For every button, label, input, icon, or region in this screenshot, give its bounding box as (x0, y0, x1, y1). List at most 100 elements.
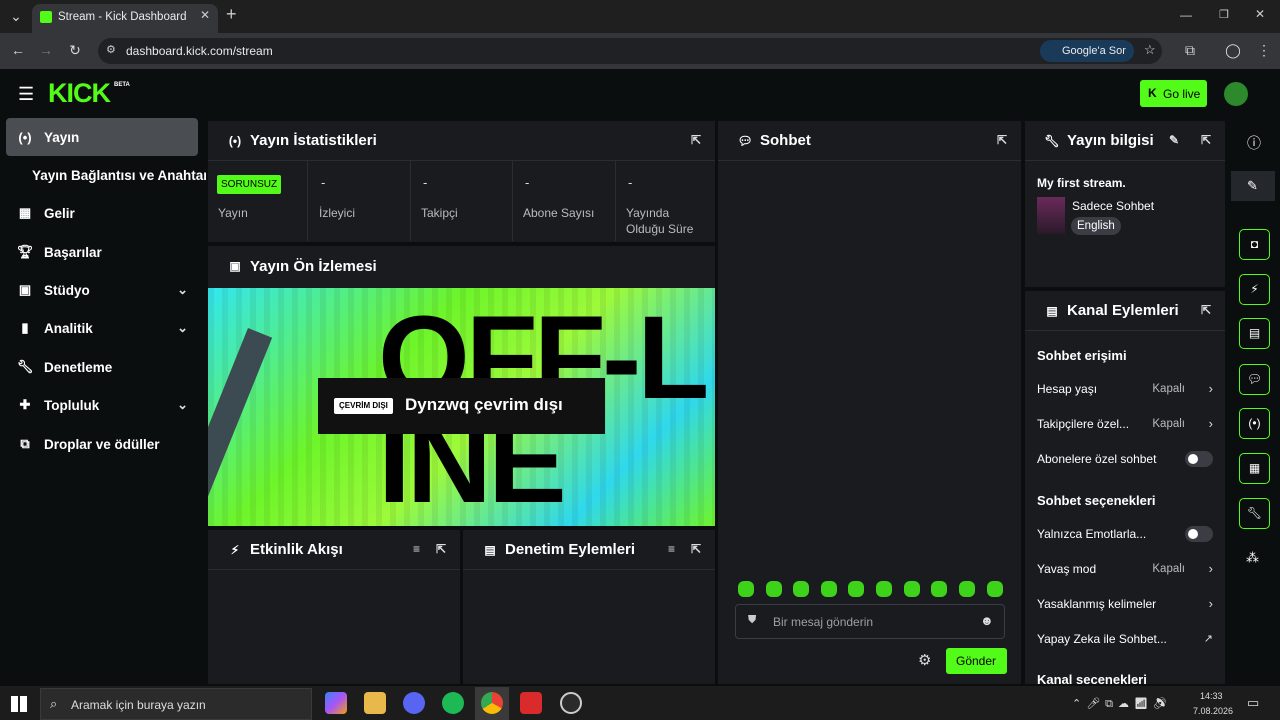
wrench-icon: 🔧︎ (16, 359, 34, 374)
emote-icon[interactable] (821, 581, 837, 597)
hamburger-icon[interactable]: ☰ (18, 84, 34, 105)
edit-layout-button[interactable]: ✎ (1231, 171, 1275, 201)
edit-icon[interactable]: ✎ (1169, 133, 1179, 147)
obs-icon[interactable] (560, 692, 582, 714)
channel-icon: ▤ (1046, 303, 1058, 318)
rt-document-icon[interactable]: ▤ (1239, 318, 1270, 349)
section-chat-options: Sohbet seçenekleri (1037, 493, 1156, 508)
account-age-row[interactable]: Hesap yaşı Kapalı › (1037, 371, 1213, 406)
avatar[interactable] (1224, 82, 1248, 106)
activity-feed-panel: ⚡︎ Etkinlik Akışı ≡ ⇱ (208, 530, 460, 684)
rt-more-icon[interactable]: ⁂ (1246, 550, 1259, 566)
chat-input[interactable]: ⛊ Bir mesaj gönderin ☻ (735, 604, 1005, 639)
sidebar-item-topluluk[interactable]: ✚ Topluluk ⌄ (6, 386, 198, 424)
rt-broadcast-icon[interactable]: (•) (1239, 408, 1270, 439)
system-tray-icons[interactable]: ⌃🎤︎⧉☁︎📶︎🔊︎ (1072, 697, 1172, 711)
community-icon: ✚ (19, 397, 31, 412)
preview-icon: ▣ (229, 259, 241, 273)
filter-icon[interactable]: ≡ (413, 542, 420, 556)
sidebar-item-analitik[interactable]: ▮ Analitik ⌄ (6, 309, 198, 347)
browser-tab[interactable]: Stream - Kick Dashboard ✕ (32, 4, 218, 33)
send-button[interactable]: Gönder (946, 648, 1007, 674)
discord-icon[interactable] (403, 692, 425, 714)
popout-icon[interactable]: ⇱ (691, 133, 701, 147)
sidebar-item-stream-key[interactable]: Yayın Bağlantısı ve Anahtarı (6, 156, 206, 194)
new-tab-icon[interactable]: + (226, 4, 237, 25)
tab-search-icon[interactable]: ⌄ (4, 4, 28, 28)
maximize-icon[interactable]: ❐ (1219, 8, 1229, 21)
popout-icon[interactable]: ⇱ (1201, 303, 1211, 317)
followers-only-row[interactable]: Takipçilere özel... Kapalı › (1037, 406, 1213, 441)
shield-icon: ⛊ (748, 614, 757, 626)
emoji-icon[interactable]: ☻ (980, 613, 994, 628)
clock-date: 7.08.2026 (1193, 706, 1234, 716)
sidebar-item-yayin[interactable]: (•) Yayın (6, 118, 198, 156)
broadcast-icon: (•) (228, 133, 242, 148)
rt-lightning-icon[interactable]: ⚡︎ (1239, 274, 1270, 305)
copilot-icon[interactable] (325, 692, 347, 714)
emote-icon[interactable] (987, 581, 1003, 597)
spotify-icon[interactable] (442, 692, 464, 714)
slow-mode-row[interactable]: Yavaş mod Kapalı › (1037, 551, 1213, 586)
address-bar[interactable]: ⚙ dashboard.kick.com/stream Google'a Sor… (98, 38, 1162, 64)
document-icon: ▤ (484, 542, 496, 557)
emote-icon[interactable] (766, 581, 782, 597)
rt-chat-icon[interactable]: 💬︎ (1239, 364, 1270, 395)
back-icon[interactable]: ← (6, 38, 30, 62)
banned-words-row[interactable]: Yasaklanmış kelimeler › (1037, 586, 1213, 621)
bookmark-star-icon[interactable]: ☆ (1144, 42, 1156, 58)
emote-icon[interactable] (848, 581, 864, 597)
reload-icon[interactable]: ↻ (63, 38, 87, 62)
sidebar-item-denetleme[interactable]: 🔧︎ Denetleme (6, 348, 198, 386)
chrome-icon[interactable] (481, 692, 503, 714)
popout-icon[interactable]: ⇱ (1201, 133, 1211, 147)
broadcast-icon: (•) (18, 129, 32, 145)
info-icon[interactable]: ⓘ (1247, 133, 1261, 153)
sidebar-item-basarilar[interactable]: 🏆︎ Başarılar (6, 233, 198, 271)
profile-icon[interactable]: ◯ (1221, 38, 1245, 62)
menu-dots-icon[interactable]: ⋮ (1252, 38, 1276, 62)
close-window-icon[interactable]: ✕ (1255, 7, 1265, 21)
chevron-down-icon: ⌄ (177, 397, 188, 412)
sidebar-item-studyo[interactable]: ▣ Stüdyo ⌄ (6, 271, 198, 309)
app-red-icon[interactable] (520, 692, 542, 714)
external-link-icon: ↗ (1203, 633, 1213, 645)
rt-channel-icon[interactable]: ▦ (1239, 453, 1270, 484)
chevron-down-icon: ⌄ (177, 282, 188, 297)
kick-logo[interactable]: KICK (48, 78, 111, 109)
emote-only-toggle[interactable] (1185, 525, 1213, 542)
windows-start-icon[interactable] (11, 696, 27, 712)
popout-icon[interactable]: ⇱ (691, 542, 701, 556)
taskbar-search[interactable]: ⌕ Aramak için buraya yazın (40, 688, 312, 720)
extensions-icon[interactable]: ⧉ (1178, 38, 1202, 62)
forward-icon[interactable]: → (34, 38, 58, 62)
stream-stats-panel: (•) Yayın İstatistikleri ⇱ SORUNSUZ Yayın … (208, 121, 715, 242)
file-explorer-icon[interactable] (364, 692, 386, 714)
popout-icon[interactable]: ⇱ (997, 133, 1007, 147)
beta-label: BETA (114, 82, 130, 88)
clock-time: 14:33 (1200, 691, 1223, 701)
popout-icon[interactable]: ⇱ (436, 542, 446, 556)
rt-wrench-icon[interactable]: 🔧︎ (1239, 498, 1270, 529)
sidebar-item-gelir[interactable]: ▦ Gelir (6, 194, 198, 232)
emote-icon[interactable] (959, 581, 975, 597)
ai-chat-row[interactable]: Yapay Zeka ile Sohbet... ↗ (1037, 621, 1213, 656)
google-ask-button[interactable]: Google'a Sor (1040, 40, 1134, 62)
go-live-button[interactable]: K Go live (1140, 80, 1207, 107)
chat-settings-icon[interactable]: ⚙ (918, 651, 931, 669)
pencil-icon: ✎ (1247, 178, 1258, 193)
emote-icon[interactable] (904, 581, 920, 597)
emote-icon[interactable] (931, 581, 947, 597)
rt-preview-icon[interactable]: ◘ (1239, 229, 1270, 260)
emote-icon[interactable] (793, 581, 809, 597)
chevron-down-icon: ⌄ (177, 320, 188, 335)
site-info-icon[interactable]: ⚙ (106, 43, 116, 56)
minimize-icon[interactable]: — (1180, 8, 1192, 22)
close-tab-icon[interactable]: ✕ (200, 8, 210, 22)
subs-only-toggle[interactable] (1185, 450, 1213, 467)
emote-icon[interactable] (738, 581, 754, 597)
emote-icon[interactable] (876, 581, 892, 597)
notifications-icon[interactable]: ▭ (1247, 695, 1259, 711)
sidebar-item-droplar[interactable]: ⧉ Droplar ve ödüller (6, 425, 198, 463)
filter-icon[interactable]: ≡ (668, 542, 675, 556)
